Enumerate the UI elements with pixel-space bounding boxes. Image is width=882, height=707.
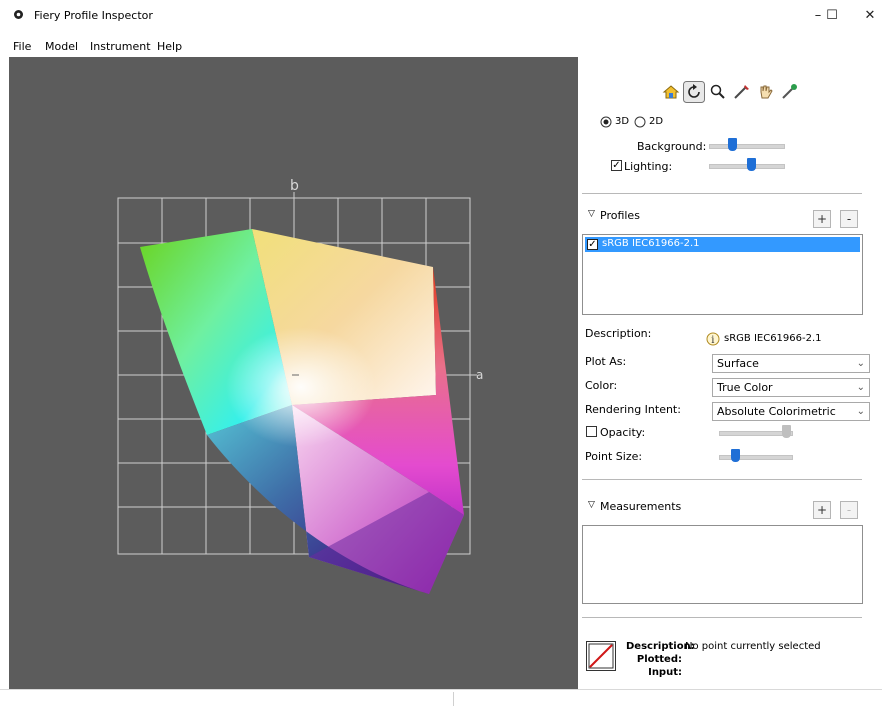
inspector-panel: 3D 2D Background: ✓ Lighting: ▽ Profiles… [578,57,882,689]
opacity-label: Opacity: [600,426,646,439]
menu-help[interactable]: Help [157,40,182,53]
hand-icon[interactable] [756,83,776,101]
background-label: Background: [637,140,707,153]
color-select[interactable]: True Color ⌄ [712,378,870,397]
no-color-swatch-icon [586,641,616,671]
maximize-button[interactable]: ☐ [812,0,852,32]
chevron-down-icon: ⌄ [856,382,865,393]
rendering-intent-label: Rendering Intent: [585,403,681,416]
axis-a-label: a [476,368,483,382]
radio-2d-label: 2D [649,116,664,127]
measurements-header: Measurements [600,500,682,513]
divider [582,193,862,194]
status-bar [0,689,882,707]
background-slider-thumb[interactable] [728,138,737,151]
axis-b-label: b [290,178,299,194]
menu-model[interactable]: Model [45,40,78,53]
description-value: sRGB IEC61966-2.1 [724,333,822,344]
measurements-list[interactable] [582,525,863,604]
title-bar: Fiery Profile Inspector – ☐ ✕ [0,0,882,32]
plot-as-value: Surface [717,357,759,370]
divider [582,479,862,480]
radio-2d[interactable] [634,116,646,128]
eyedropper-icon[interactable] [732,83,752,101]
profiles-header: Profiles [600,209,640,222]
plot-as-label: Plot As: [585,355,627,368]
rendering-intent-select[interactable]: Absolute Colorimetric ⌄ [712,402,870,421]
close-button[interactable]: ✕ [852,0,882,32]
info-plotted-label: Plotted: [636,654,682,665]
menu-file[interactable]: File [13,40,31,53]
menu-instrument[interactable]: Instrument [90,40,151,53]
profiles-list[interactable]: ✓ sRGB IEC61966-2.1 [582,234,863,315]
profile-checkbox[interactable]: ✓ [587,239,598,250]
radio-3d-label: 3D [615,116,630,127]
zoom-icon[interactable] [709,83,727,101]
lighting-checkbox[interactable]: ✓ [611,160,622,171]
svg-text:i: i [711,335,714,346]
opacity-checkbox[interactable] [586,426,597,437]
plot-as-select[interactable]: Surface ⌄ [712,354,870,373]
window-title: Fiery Profile Inspector [34,9,153,22]
gamut-plot-area[interactable]: b a [9,57,578,689]
color-value: True Color [717,381,773,394]
pin-icon[interactable] [780,83,800,101]
point-size-slider-thumb[interactable] [731,449,740,462]
point-size-label: Point Size: [585,450,643,463]
info-description-label: Description: [626,641,695,652]
chevron-down-icon: ⌄ [856,406,865,417]
lighting-label: Lighting: [624,160,673,173]
divider [582,617,862,618]
profiles-collapse-icon[interactable]: ▽ [588,209,595,219]
color-label: Color: [585,379,618,392]
rendering-intent-value: Absolute Colorimetric [717,405,836,418]
list-item[interactable]: ✓ sRGB IEC61966-2.1 [585,237,860,252]
chevron-down-icon: ⌄ [856,358,865,369]
radio-3d[interactable] [600,116,612,128]
profile-name: sRGB IEC61966-2.1 [602,238,700,249]
app-icon [14,10,23,19]
lighting-slider-thumb[interactable] [747,158,756,171]
opacity-slider-thumb[interactable] [782,425,791,438]
info-icon: i [706,332,720,346]
gamut-plot[interactable]: b a [9,57,578,689]
remove-measurement-button[interactable]: - [840,501,858,519]
status-divider [453,692,454,706]
info-description-value: No point currently selected [685,641,821,652]
measurements-collapse-icon[interactable]: ▽ [588,500,595,510]
home-icon[interactable] [662,83,680,101]
gamut-surface[interactable] [140,229,464,594]
background-slider-track[interactable] [709,144,785,149]
add-measurement-button[interactable]: + [813,501,831,519]
remove-profile-button[interactable]: - [840,210,858,228]
info-input-label: Input: [648,667,682,678]
description-label: Description: [585,327,652,340]
rotate-icon[interactable] [683,81,705,103]
add-profile-button[interactable]: + [813,210,831,228]
